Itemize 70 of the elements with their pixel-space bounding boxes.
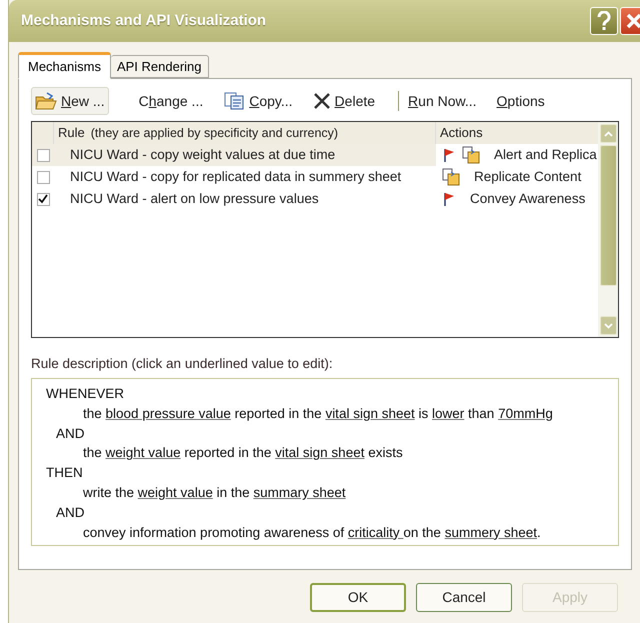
rule-text: write the <box>83 484 136 502</box>
rule-text: in the <box>216 484 251 502</box>
toolbar-button[interactable]: Run Now... <box>405 87 480 115</box>
tab[interactable]: API Rendering <box>110 55 209 78</box>
checkmark-icon <box>38 194 48 204</box>
copy-icon <box>223 92 246 110</box>
rule-name: NICU Ward - copy weight values at due time <box>70 146 336 164</box>
window-title: Mechanisms and API Visualization <box>21 10 268 31</box>
rule-text: the <box>83 404 103 423</box>
rule-text: AND <box>56 504 85 522</box>
editable-value-link[interactable]: vital sign sheet <box>275 443 364 464</box>
editable-value-link[interactable]: lower <box>432 404 464 424</box>
rule-text: is <box>418 404 430 423</box>
question-mark-icon <box>597 11 611 31</box>
toolbar-button[interactable]: New ... <box>31 87 109 115</box>
tab[interactable]: Mechanisms <box>18 52 111 79</box>
rule-text: AND <box>56 424 85 443</box>
rule-text: THEN <box>46 464 83 482</box>
rule-text: WHENEVER <box>46 385 124 404</box>
description-label: Rule description (click an underlined value to edit): <box>31 355 334 373</box>
checkbox[interactable] <box>36 170 50 184</box>
toolbar-button[interactable]: Options <box>494 87 548 115</box>
checkbox[interactable] <box>36 148 50 162</box>
flag-icon <box>442 192 456 206</box>
toolbar-button[interactable]: Copy... <box>220 87 296 115</box>
rule-text: reported in the <box>183 444 272 462</box>
editable-value-link[interactable]: blood pressure value <box>106 404 231 424</box>
editable-value-link[interactable]: weight value <box>138 483 213 504</box>
rule-text: the <box>83 444 103 462</box>
editable-value-link[interactable]: criticality <box>348 522 404 543</box>
rule-row[interactable]: NICU Ward - alert on low pressure values Convey Awareness <box>32 188 598 210</box>
rule-name: NICU Ward - copy for replicated data in summery sheet <box>70 168 402 186</box>
folder-icon <box>35 92 57 110</box>
flag-icon <box>442 148 456 162</box>
toolbar-button[interactable]: Change ... <box>136 87 206 115</box>
editable-value-link[interactable]: vital sign sheet <box>325 404 415 424</box>
close-icon <box>626 13 640 29</box>
cross-icon <box>312 92 331 110</box>
chevron-down-icon <box>604 322 612 328</box>
rule-row[interactable]: NICU Ward - copy for replicated data in summery sheet Replicate Content <box>32 166 598 188</box>
header-note: (they are applied by specificity and currency) <box>90 124 338 142</box>
dialog-button[interactable]: Cancel <box>416 583 512 612</box>
dialog-button[interactable]: OK <box>310 583 406 612</box>
scrollbar[interactable] <box>598 122 618 337</box>
action-text: Convey Awareness <box>470 190 586 208</box>
editable-value-link[interactable]: summary sheet <box>253 483 346 504</box>
rule-text: convey information promoting awareness of <box>83 524 346 542</box>
rule-text: exists <box>367 444 403 462</box>
chevron-up-icon <box>604 130 612 136</box>
toolbar-button[interactable]: Delete <box>310 87 378 115</box>
action-text: Replicate Content <box>474 168 582 186</box>
scroll-down-button[interactable] <box>600 316 616 335</box>
clipboard-icon <box>442 168 460 186</box>
scroll-thumb[interactable] <box>600 145 616 286</box>
column-header[interactable]: Actions <box>436 122 598 144</box>
rule-name: NICU Ward - alert on low pressure values <box>70 190 319 208</box>
checkbox[interactable] <box>36 192 50 206</box>
editable-value-link[interactable]: 70mmHg <box>498 404 553 424</box>
close-button[interactable] <box>620 7 640 35</box>
rule-text: reported in the <box>234 404 323 423</box>
editable-value-link[interactable]: summery sheet <box>444 522 537 543</box>
editable-value-link[interactable]: weight value <box>106 443 181 464</box>
rule-text: than <box>467 404 496 423</box>
header-title: Rule <box>58 124 85 142</box>
action-text: Alert and Replica <box>494 146 597 164</box>
clipboard-icon <box>462 146 480 164</box>
help-button[interactable] <box>590 7 618 35</box>
scroll-up-button[interactable] <box>600 124 616 143</box>
rule-text: . <box>536 524 541 542</box>
rule-text: on the <box>403 524 442 542</box>
